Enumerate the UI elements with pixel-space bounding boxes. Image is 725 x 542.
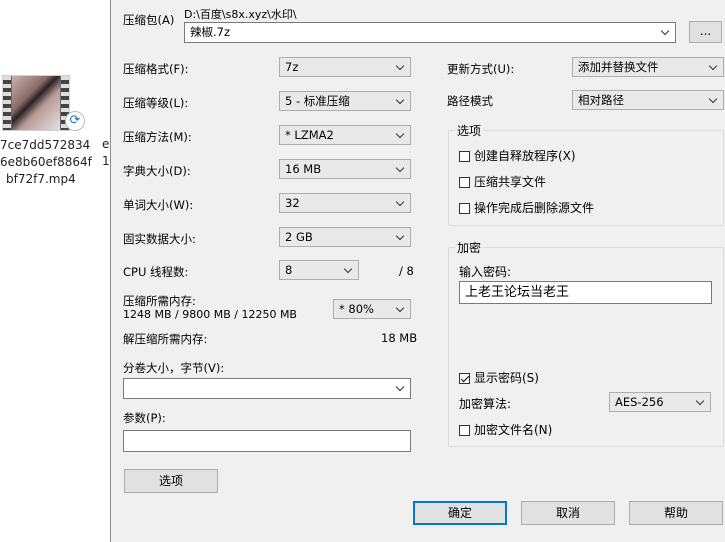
show-password-checkbox[interactable]: 显示密码(S) bbox=[459, 369, 539, 386]
dict-label: 字典大小(D): bbox=[123, 164, 191, 178]
archive-path: D:\百度\s8x.xyz\水印\ bbox=[184, 8, 297, 21]
chevron-down-icon bbox=[343, 261, 355, 279]
checkbox-box[interactable] bbox=[459, 373, 470, 384]
help-button[interactable]: 帮助 bbox=[629, 501, 723, 525]
options-button[interactable]: 选项 bbox=[124, 469, 218, 493]
checkbox-box[interactable] bbox=[459, 177, 470, 188]
film-strip-left bbox=[3, 76, 11, 130]
chevron-down-icon bbox=[395, 92, 407, 110]
chevron-down-icon[interactable] bbox=[660, 23, 672, 41]
password-label: 输入密码: bbox=[459, 265, 512, 279]
dict-value: 16 MB bbox=[285, 162, 322, 176]
params-input[interactable] bbox=[123, 430, 411, 452]
word-value: 32 bbox=[285, 196, 300, 210]
path-mode-value: 相对路径 bbox=[578, 93, 624, 107]
chevron-down-icon bbox=[395, 58, 407, 76]
solid-select[interactable]: 2 GB bbox=[279, 227, 411, 247]
decomp-label: 解压缩所需内存: bbox=[123, 332, 208, 346]
encryption-method-select[interactable]: AES-256 bbox=[609, 392, 711, 412]
update-select[interactable]: 添加并替换文件 bbox=[572, 57, 724, 77]
level-value: 5 - 标准压缩 bbox=[285, 94, 350, 108]
archive-name-combo[interactable]: 辣椒.7z bbox=[184, 22, 676, 43]
format-value: 7z bbox=[285, 60, 299, 74]
format-label: 压缩格式(F): bbox=[123, 62, 189, 76]
cancel-button[interactable]: 取消 bbox=[521, 501, 615, 525]
word-select[interactable]: 32 bbox=[279, 193, 411, 213]
cpu-select[interactable]: 8 bbox=[279, 260, 359, 280]
sfx-label: 创建自释放程序(X) bbox=[474, 149, 576, 163]
memory-value: * 80% bbox=[339, 302, 374, 316]
chevron-down-icon bbox=[695, 393, 707, 411]
cpu-value: 8 bbox=[285, 263, 293, 277]
archive-name-value: 辣椒.7z bbox=[190, 25, 231, 39]
format-select[interactable]: 7z bbox=[279, 57, 411, 77]
memory-label: 压缩所需内存: bbox=[123, 294, 196, 308]
encrypt-names-checkbox[interactable]: 加密文件名(N) bbox=[459, 421, 552, 438]
checkbox-box[interactable] bbox=[459, 425, 470, 436]
method-label: 压缩方法(M): bbox=[123, 130, 192, 144]
encryption-method-label: 加密算法: bbox=[459, 397, 512, 411]
video-preview-image bbox=[12, 76, 60, 130]
chevron-down-icon bbox=[395, 160, 407, 178]
file-name-line: bf72f7.mp4 bbox=[6, 172, 76, 186]
encryption-method-value: AES-256 bbox=[615, 395, 664, 409]
split-label: 分卷大小，字节(V): bbox=[123, 361, 225, 375]
file-name-line: 7ce7dd572834 bbox=[0, 138, 91, 152]
dict-select[interactable]: 16 MB bbox=[279, 159, 411, 179]
chevron-down-icon bbox=[395, 228, 407, 246]
cpu-label: CPU 线程数: bbox=[123, 265, 189, 279]
video-thumbnail[interactable] bbox=[2, 75, 70, 131]
file-name-line: 6e8b60ef8864f bbox=[0, 155, 92, 169]
browse-button[interactable]: ... bbox=[689, 21, 722, 43]
password-input[interactable]: 上老王论坛当老王 bbox=[459, 281, 712, 304]
solid-value: 2 GB bbox=[285, 230, 313, 244]
update-label: 更新方式(U): bbox=[447, 62, 515, 76]
path-mode-label: 路径模式 bbox=[447, 94, 493, 108]
method-select[interactable]: * LZMA2 bbox=[279, 125, 411, 145]
ok-button[interactable]: 确定 bbox=[413, 501, 507, 525]
options-group-title: 选项 bbox=[455, 122, 484, 139]
shared-checkbox[interactable]: 压缩共享文件 bbox=[459, 173, 546, 190]
shared-label: 压缩共享文件 bbox=[474, 175, 547, 189]
show-password-label: 显示密码(S) bbox=[474, 371, 539, 385]
delete-label: 操作完成后删除源文件 bbox=[474, 201, 595, 215]
chevron-down-icon bbox=[395, 300, 407, 318]
solid-label: 固实数据大小: bbox=[123, 232, 196, 246]
chevron-down-icon bbox=[395, 126, 407, 144]
chevron-down-icon bbox=[708, 91, 720, 109]
next-file-peek: 1 bbox=[102, 154, 110, 168]
explorer-pane: ⟳ 7ce7dd572834 6e8b60ef8864f bf72f7.mp4 … bbox=[0, 0, 112, 542]
update-value: 添加并替换文件 bbox=[578, 60, 659, 74]
sfx-checkbox[interactable]: 创建自释放程序(X) bbox=[459, 147, 576, 164]
archive-label: 压缩包(A) bbox=[123, 13, 175, 27]
sync-icon: ⟳ bbox=[65, 111, 85, 131]
cpu-max: / 8 bbox=[399, 264, 414, 278]
method-value: * LZMA2 bbox=[285, 128, 334, 142]
file-name[interactable]: 7ce7dd572834 6e8b60ef8864f bf72f7.mp4 bbox=[0, 137, 108, 188]
params-label: 参数(P): bbox=[123, 411, 166, 425]
chevron-down-icon bbox=[708, 58, 720, 76]
split-combo[interactable] bbox=[123, 378, 411, 399]
add-to-archive-dialog: 压缩包(A) D:\百度\s8x.xyz\水印\ 辣椒.7z ... 压缩格式(… bbox=[110, 0, 725, 542]
chevron-down-icon bbox=[395, 194, 407, 212]
checkbox-box[interactable] bbox=[459, 203, 470, 214]
checkbox-box[interactable] bbox=[459, 151, 470, 162]
decomp-value: 18 MB bbox=[381, 331, 418, 345]
level-label: 压缩等级(L): bbox=[123, 96, 189, 110]
level-select[interactable]: 5 - 标准压缩 bbox=[279, 91, 411, 111]
encrypt-names-label: 加密文件名(N) bbox=[474, 423, 553, 437]
memory-select[interactable]: * 80% bbox=[333, 299, 411, 319]
path-mode-select[interactable]: 相对路径 bbox=[572, 90, 724, 110]
next-file-peek: e bbox=[102, 137, 110, 151]
memory-detail: 1248 MB / 9800 MB / 12250 MB bbox=[123, 308, 297, 321]
delete-checkbox[interactable]: 操作完成后删除源文件 bbox=[459, 199, 594, 216]
chevron-down-icon[interactable] bbox=[395, 379, 407, 397]
word-label: 单词大小(W): bbox=[123, 198, 194, 212]
encryption-group-title: 加密 bbox=[455, 239, 484, 256]
